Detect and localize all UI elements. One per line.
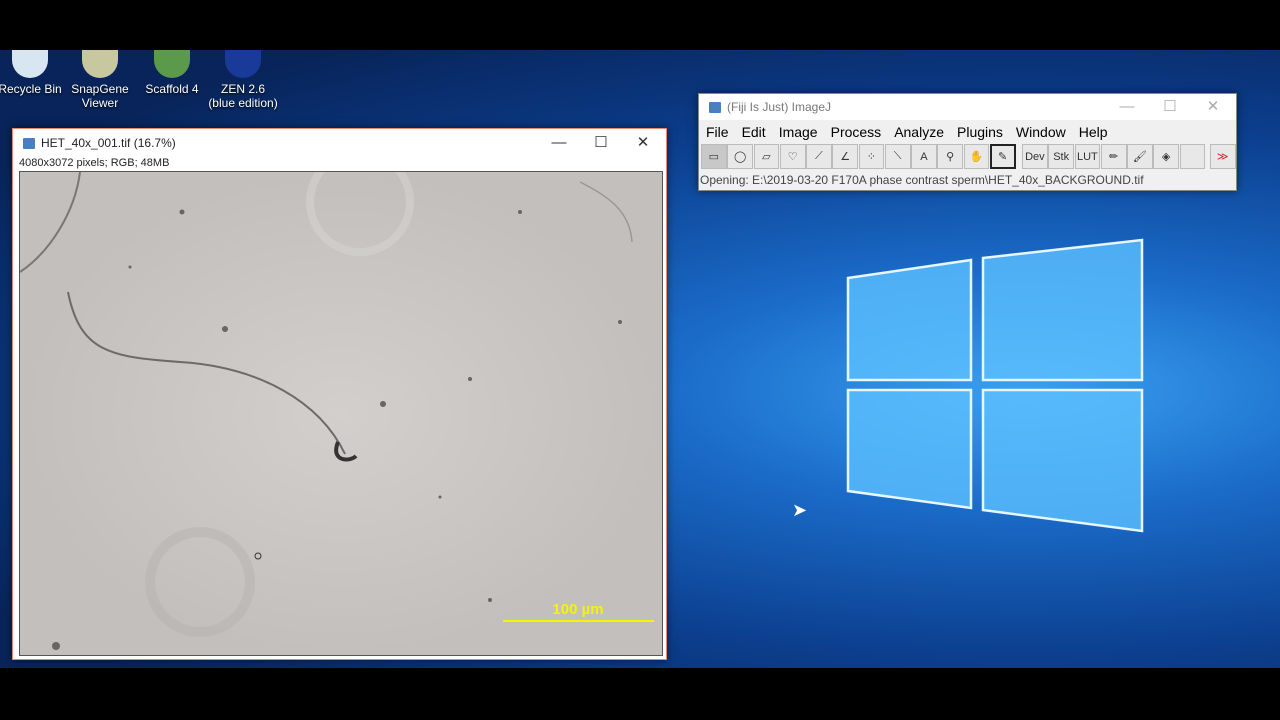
menu-file[interactable]: File (706, 124, 729, 140)
image-info: 4080x3072 pixels; RGB; 48MB (19, 157, 170, 169)
flood-fill-tool-icon[interactable]: ◈ (1153, 144, 1180, 169)
icon-label: Recycle Bin (0, 82, 62, 96)
mouse-cursor-icon: ➤ (792, 500, 808, 520)
imagej-icon (709, 101, 721, 113)
toolbar: ▭ ◯ ▱ ♡ ⟋ ∠ ⁘ ⟍ A ⚲ ✋ ✎ Dev Stk LUT ✏ 🖌 ◈ ≫ (699, 144, 1236, 170)
window-title: (Fiji Is Just) ImageJ (727, 100, 832, 114)
recycle-bin-icon (12, 50, 48, 78)
desktop-icon-zen[interactable]: ZEN 2.6 (blue edition) (207, 50, 279, 110)
icon-label: Scaffold 4 (145, 82, 199, 96)
stk-tool-icon[interactable]: Stk (1048, 144, 1075, 169)
menu-help[interactable]: Help (1079, 124, 1108, 140)
scaffold-icon (154, 50, 190, 78)
close-button[interactable]: ✕ (622, 129, 664, 157)
menu-analyze[interactable]: Analyze (894, 124, 944, 140)
menu-window[interactable]: Window (1016, 124, 1066, 140)
polygon-tool-icon[interactable]: ▱ (753, 144, 780, 169)
minimize-button[interactable]: — (1106, 94, 1148, 120)
freehand-tool-icon[interactable]: ♡ (779, 144, 806, 169)
imagej-main-window[interactable]: (Fiji Is Just) ImageJ — ☐ ✕ File Edit Imag… (698, 93, 1237, 191)
microscopy-image-canvas[interactable]: 100 µm (19, 171, 663, 656)
status-bar: Opening: E:\2019-03-20 F170A phase contr… (699, 170, 1236, 190)
rectangle-tool-icon[interactable]: ▭ (701, 144, 727, 169)
menu-plugins[interactable]: Plugins (957, 124, 1003, 140)
pencil-tool-icon[interactable]: ✏ (1100, 144, 1127, 169)
brush-tool-icon[interactable]: 🖌 (1127, 144, 1153, 169)
maximize-button[interactable]: ☐ (1149, 94, 1191, 120)
dev-tool-icon[interactable]: Dev (1022, 144, 1048, 169)
blank-tool-icon[interactable] (1179, 144, 1206, 169)
snapgene-icon (82, 50, 118, 78)
windows-logo (846, 238, 1144, 533)
oval-tool-icon[interactable]: ◯ (727, 144, 753, 169)
magnifier-tool-icon[interactable]: ⚲ (937, 144, 963, 169)
imagej-icon (23, 137, 35, 149)
menu-image[interactable]: Image (779, 124, 818, 140)
more-tool-icon[interactable]: ≫ (1209, 144, 1236, 169)
icon-label: ZEN 2.6 (blue edition) (208, 82, 278, 110)
menu-process[interactable]: Process (831, 124, 882, 140)
close-button[interactable]: ✕ (1192, 94, 1234, 120)
zen-icon (225, 50, 261, 78)
minimize-button[interactable]: — (538, 129, 580, 157)
text-tool-icon[interactable]: A (911, 144, 937, 169)
color-picker-tool-icon[interactable]: ✎ (989, 144, 1016, 169)
wand-tool-icon[interactable]: ⟍ (884, 144, 911, 169)
menu-edit[interactable]: Edit (742, 124, 766, 140)
hand-tool-icon[interactable]: ✋ (963, 144, 990, 169)
desktop-icon-scaffold[interactable]: Scaffold 4 (136, 50, 208, 96)
menu-bar: File Edit Image Process Analyze Plugins Window… (699, 120, 1236, 144)
maximize-button[interactable]: ☐ (580, 129, 622, 157)
image-window[interactable]: HET_40x_001.tif (16.7%) — ☐ ✕ 4080x3072 … (12, 128, 667, 660)
angle-tool-icon[interactable]: ∠ (832, 144, 858, 169)
desktop-icon-recycle-bin[interactable]: Recycle Bin (0, 50, 66, 96)
desktop-icon-snapgene[interactable]: SnapGene Viewer (64, 50, 136, 110)
window-title: HET_40x_001.tif (16.7%) (41, 136, 176, 150)
scale-bar-label: 100 µm (552, 601, 603, 618)
lut-tool-icon[interactable]: LUT (1074, 144, 1101, 169)
point-tool-icon[interactable]: ⁘ (858, 144, 885, 169)
line-tool-icon[interactable]: ⟋ (806, 144, 832, 169)
icon-label: SnapGene Viewer (71, 82, 129, 110)
